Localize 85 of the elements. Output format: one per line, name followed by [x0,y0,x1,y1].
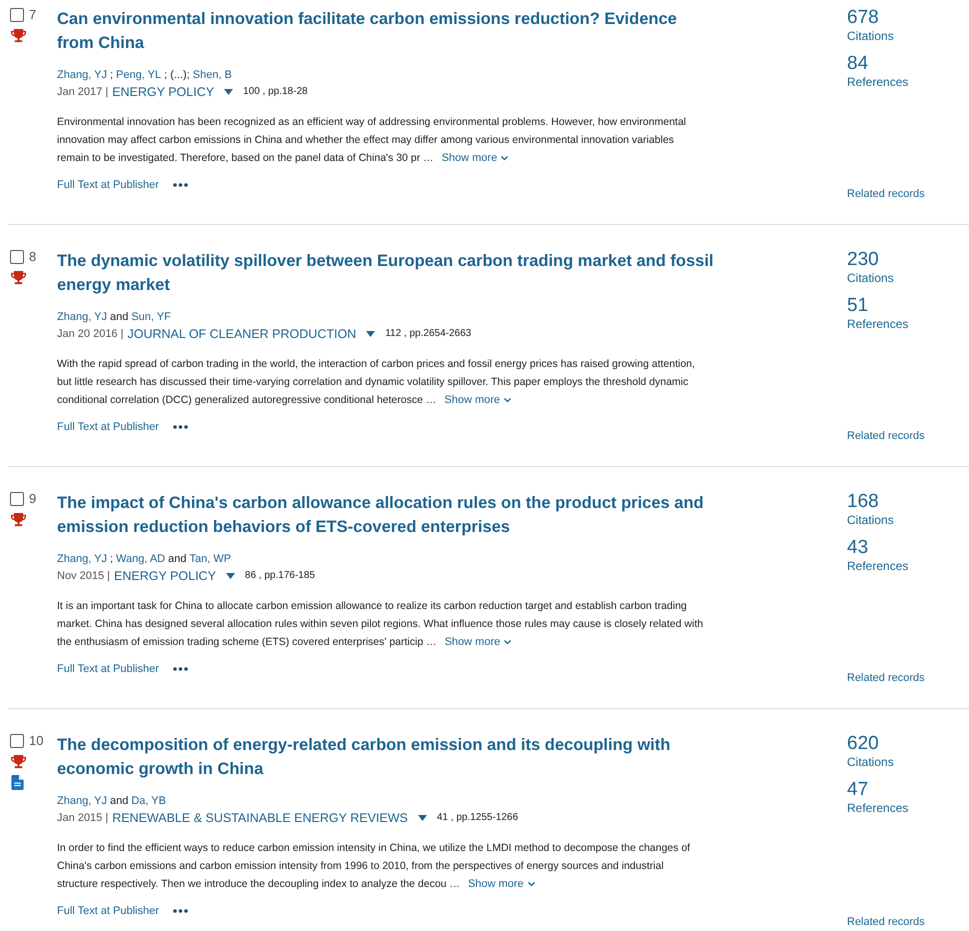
citation-count[interactable]: 230 [847,249,879,271]
chevron-icon[interactable] [501,156,508,160]
record-title[interactable]: The impact of China's carbon allowance allocation rules on the product prices and emission reduction behaviors of ETS-covered enterprises [57,491,717,539]
more-options-icon[interactable] [172,667,188,671]
citation-count[interactable]: 620 [847,733,879,755]
author-separator: ; [110,552,114,567]
reference-count[interactable]: 43 [847,537,868,559]
caret-icon[interactable] [224,89,234,95]
reference-count[interactable]: 84 [847,53,868,75]
record-title[interactable]: The dynamic volatility spillover between European carbon trading market and fossil energy market [57,249,717,297]
author-link[interactable]: Sun, YF [131,309,171,325]
volume-pages: 100 , pp.18-28 [243,85,308,99]
related-records-link[interactable]: Related records [847,430,925,442]
volume-pages: 86 , pp.176-185 [244,569,315,583]
select-checkbox[interactable] [10,492,24,506]
full-text-link[interactable]: Full Text at Publisher [57,179,159,191]
record-number: 8 [29,249,36,264]
citations-label: Citations [847,271,894,285]
citation-count[interactable]: 168 [847,491,879,513]
references-label: References [847,317,908,331]
more-options-icon[interactable] [172,909,188,913]
abstract-text: It is an important task for China to allocate carbon emission allowance to realize its carbon reduction target and establish carbon trading market. China has designed several allocation rules within seven pilot regions. What influence those rules may cause is closely related with the enthusiasm of emission trading scheme (ETS) covered enterprises' particip … Show more [57,597,707,651]
chevron-icon[interactable] [528,882,535,886]
record-title[interactable]: Can environmental innovation facilitate carbon emissions reduction? Evidence from China [57,7,717,55]
citations-label: Citations [847,513,894,527]
caret-icon[interactable] [226,573,235,579]
volume-pages: 41 , pp.1255-1266 [436,811,518,825]
related-records-link[interactable]: Related records [847,672,925,684]
chevron-icon[interactable] [504,640,512,644]
author-separator: and [110,794,128,809]
journal-link[interactable]: ENERGY POLICY [114,567,216,585]
show-more-link[interactable]: Show more [444,391,512,409]
show-more-link[interactable]: Show more [468,875,535,893]
chevron-icon[interactable] [504,398,512,402]
journal-link[interactable]: RENEWABLE & SUSTAINABLE ENERGY REVIEWS [112,809,408,827]
full-text-link[interactable]: Full Text at Publisher [57,663,159,675]
publication-date: Jan 2015 | [57,811,108,826]
citations-label: Citations [847,29,894,43]
author-link[interactable]: Shen, B [192,67,232,83]
author-link[interactable]: Wang, AD [116,551,166,567]
abstract-text: With the rapid spread of carbon trading in the world, the interaction of carbon prices and fossil energy prices has raised growing attention, but little research has discussed their time-varying correlation and dynamic volatility spillover. This paper employs the threshold dynamic conditional correlation (DCC) generalized autoregressive conditional heterosce … Show more [57,355,707,409]
show-more-link[interactable]: Show more [444,633,512,651]
author-link[interactable]: Zhang, YJ [57,309,107,325]
author-link[interactable]: Da, YB [131,793,166,809]
references-label: References [847,75,908,89]
caret-icon[interactable] [366,331,376,337]
select-checkbox[interactable] [10,8,24,22]
citations-label: Citations [847,755,894,769]
author-link[interactable]: Zhang, YJ [57,67,107,83]
record-number: 7 [29,7,36,22]
related-records-link[interactable]: Related records [847,188,925,200]
record-number: 9 [29,491,36,506]
author-link[interactable]: Tan, WP [190,551,232,567]
abstract-text: Environmental innovation has been recognized as an efficient way of addressing environmental problems. However, how environmental innovation may affect carbon emissions in China and whether the effect may differ among various environmental innovation variables remain to be investigated. Therefore, based on the panel data of China's 30 pr … Show more [57,113,707,167]
journal-link[interactable]: ENERGY POLICY [112,83,214,101]
reference-count[interactable]: 47 [847,779,868,801]
author-separator: ; [110,68,114,83]
document-icon[interactable] [11,775,24,790]
select-checkbox[interactable] [10,250,24,264]
author-separator: and [110,310,128,325]
more-options-icon[interactable] [172,183,188,187]
author-link[interactable]: Zhang, YJ [57,793,107,809]
full-text-link[interactable]: Full Text at Publisher [57,905,159,917]
author-separator: ; (...); [164,68,190,83]
select-checkbox[interactable] [10,734,24,748]
reference-count[interactable]: 51 [847,295,868,317]
author-separator: and [168,552,186,567]
record-title[interactable]: The decomposition of energy-related carbon emission and its decoupling with economic growth in China [57,733,717,781]
record-number: 10 [29,733,44,748]
journal-link[interactable]: JOURNAL OF CLEANER PRODUCTION [127,325,356,343]
references-label: References [847,801,908,815]
author-link[interactable]: Zhang, YJ [57,551,107,567]
citation-count[interactable]: 678 [847,7,879,29]
publication-date: Jan 2017 | [57,85,108,100]
full-text-link[interactable]: Full Text at Publisher [57,421,159,433]
show-more-link[interactable]: Show more [442,149,508,167]
related-records-link[interactable]: Related records [847,916,925,928]
author-link[interactable]: Peng, YL [116,67,162,83]
publication-date: Nov 2015 | [57,569,110,584]
more-options-icon[interactable] [172,425,188,429]
volume-pages: 112 , pp.2654-2663 [385,327,472,341]
abstract-text: In order to find the efficient ways to reduce carbon emission intensity in China, we utilize the LMDI method to decompose the changes of China's carbon emissions and carbon emission intensity from 1996 to 2010, from the perspectives of energy sources and industrial structure respectively. Then we introduce the decoupling index to analyze the decou … Show more [57,839,707,893]
references-label: References [847,559,908,573]
publication-date: Jan 20 2016 | [57,327,124,342]
caret-icon[interactable] [418,815,427,821]
